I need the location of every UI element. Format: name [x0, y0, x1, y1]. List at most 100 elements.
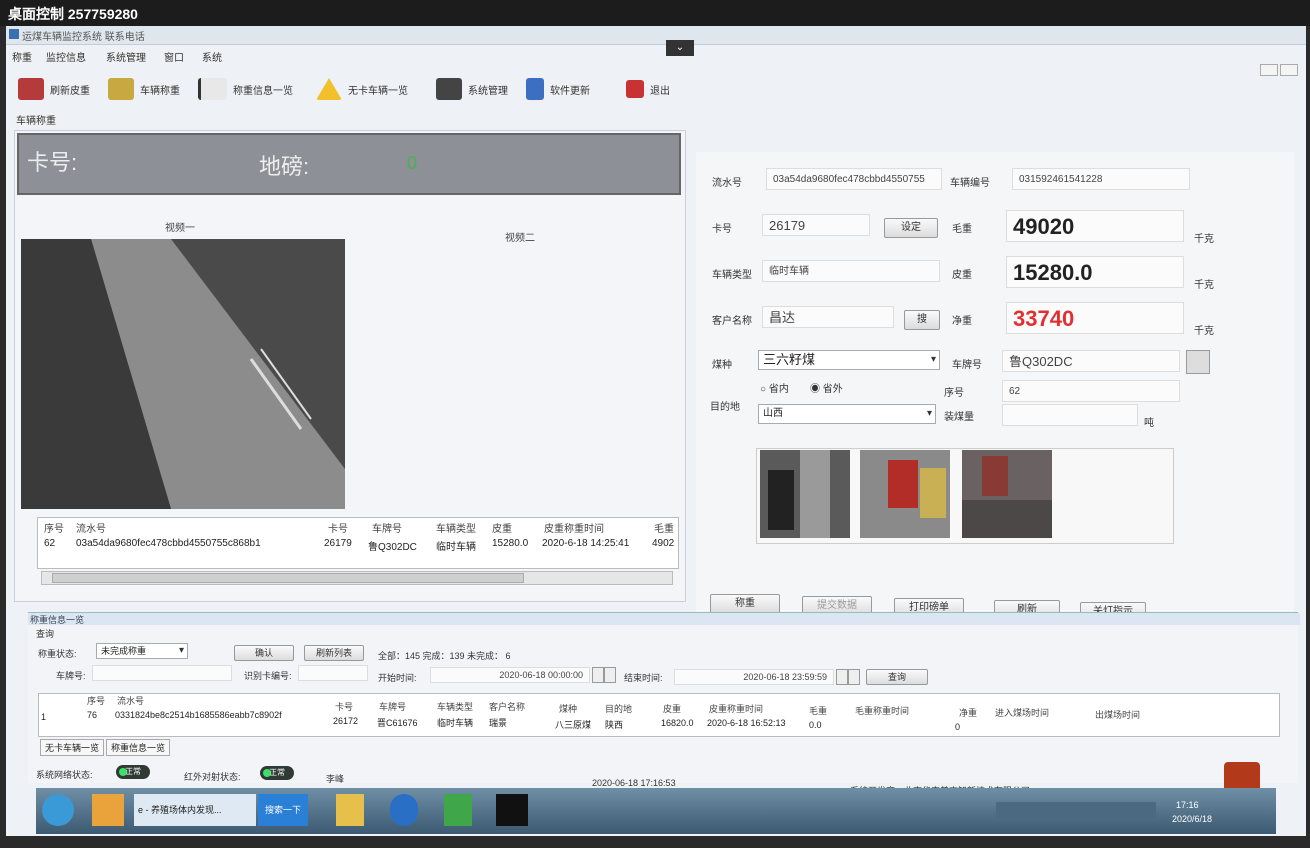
- scrollbar-thumb[interactable]: [52, 573, 524, 583]
- th: 毛重: [809, 706, 828, 716]
- refresh-app-icon[interactable]: [444, 794, 472, 826]
- th: 客户名称: [489, 702, 526, 712]
- tb-exit[interactable]: 退出: [626, 76, 670, 102]
- table-cell[interactable]: 15280.0: [492, 538, 528, 549]
- snapshot-2[interactable]: [860, 450, 950, 538]
- tb-system-mgmt[interactable]: 系统管理: [436, 76, 508, 102]
- end-spinner[interactable]: [836, 669, 848, 685]
- plate-field[interactable]: 鲁Q302DC: [1002, 350, 1180, 372]
- left-panel: 卡号: 地磅: 0 视频一 视频二 序号 流水号 卡号 车牌号 车辆类型 皮重 …: [14, 130, 686, 602]
- type-field[interactable]: 临时车辆: [762, 260, 940, 282]
- seq-field[interactable]: 62: [1002, 380, 1180, 402]
- end-time-input[interactable]: 2020-06-18 23:59:59: [674, 669, 834, 685]
- tb-software-update[interactable]: 软件更新: [526, 76, 590, 102]
- tb-label: 无卡车辆一览: [348, 85, 408, 97]
- refresh-list-button[interactable]: 刷新列表: [304, 645, 364, 661]
- gross-field[interactable]: 49020: [1006, 210, 1184, 242]
- confirm-button[interactable]: 确认: [234, 645, 294, 661]
- load-field[interactable]: [1002, 404, 1138, 426]
- radio-in[interactable]: ○ 省内: [760, 380, 789, 395]
- table-cell[interactable]: 4902: [652, 538, 674, 549]
- taskbar-browser[interactable]: e - 养殖场体内发现...: [134, 794, 256, 826]
- tare-unit: 千克: [1194, 280, 1214, 291]
- table-cell[interactable]: 2020-6-18 16:52:13: [707, 718, 786, 728]
- menu-monitor[interactable]: 监控信息: [46, 49, 86, 64]
- table-cell[interactable]: 2020-6-18 14:25:41: [542, 538, 629, 549]
- table-cell[interactable]: 临时车辆: [437, 716, 473, 729]
- customer-search-button[interactable]: 搜: [904, 310, 940, 330]
- snapshot-3[interactable]: [962, 450, 1052, 538]
- menu-window[interactable]: 窗口: [164, 49, 184, 64]
- vehicle-no-field[interactable]: 031592461541228: [1012, 168, 1190, 190]
- th: 目的地: [605, 704, 633, 714]
- card-filter-input[interactable]: [298, 665, 368, 681]
- th: 出煤场时间: [1095, 710, 1141, 720]
- scale-truck-icon: [108, 78, 134, 100]
- customer-field[interactable]: 昌达: [762, 306, 894, 328]
- table-cell[interactable]: 晋C61676: [377, 716, 418, 729]
- window-title: 运煤车辆监控系统 联系电话: [22, 32, 145, 43]
- menu-system[interactable]: 系统: [202, 49, 222, 64]
- table-cell[interactable]: 62: [44, 538, 55, 549]
- serial-label: 流水号: [712, 178, 742, 189]
- table-cell[interactable]: 鲁Q302DC: [368, 538, 417, 553]
- table-cell[interactable]: 76: [87, 710, 97, 720]
- th: 煤种: [559, 704, 578, 714]
- card-no-label: 卡号: [712, 224, 732, 235]
- tab-no-card[interactable]: 无卡车辆一览: [40, 739, 105, 756]
- table-cell[interactable]: 临时车辆: [436, 538, 476, 553]
- table-cell[interactable]: 0: [955, 722, 960, 732]
- end-dropdown[interactable]: [848, 669, 860, 685]
- table-cell[interactable]: 26179: [324, 538, 352, 549]
- start-button[interactable]: [42, 794, 74, 826]
- radio-out[interactable]: ◉ 省外: [810, 380, 843, 395]
- keyboard-icon[interactable]: [1186, 350, 1210, 374]
- scale-label: 地磅:: [259, 154, 310, 179]
- camera-app-icon[interactable]: [496, 794, 528, 826]
- tare-field[interactable]: 15280.0: [1006, 256, 1184, 288]
- tab-weigh-info[interactable]: 称重信息一览: [106, 739, 171, 756]
- start-dropdown[interactable]: [604, 667, 616, 683]
- table-cell[interactable]: 03a54da9680fec478cbbd4550755c868b1: [76, 538, 261, 549]
- table-cell[interactable]: 八三原煤: [555, 718, 591, 731]
- search-button[interactable]: 查询: [866, 669, 928, 685]
- weigh-info-panel: 称重信息一览 查询 称重状态: 未完成称重 确认 刷新列表 全部：145 完成：…: [28, 612, 1300, 783]
- table-cell[interactable]: 陕西: [605, 718, 623, 731]
- coal-select[interactable]: 三六籽煤: [758, 350, 940, 370]
- menu-weigh[interactable]: 称重: [12, 49, 32, 64]
- status-select[interactable]: 未完成称重: [96, 643, 188, 659]
- set-button[interactable]: 设定: [884, 218, 938, 238]
- ir-status-label: 红外对射状态:: [184, 772, 241, 782]
- exit-icon: [626, 80, 644, 98]
- menu-system-mgmt[interactable]: 系统管理: [106, 49, 146, 64]
- table-cell[interactable]: 0.0: [809, 720, 822, 730]
- tb-refresh-tare[interactable]: 刷新皮重: [18, 76, 90, 102]
- net-field[interactable]: 33740: [1006, 302, 1184, 334]
- snapshot-1[interactable]: [760, 450, 850, 538]
- tb-no-card[interactable]: 无卡车辆一览: [316, 76, 408, 102]
- dest-select[interactable]: 山西: [758, 404, 936, 424]
- table-cell[interactable]: 26172: [333, 716, 358, 726]
- start-spinner[interactable]: [592, 667, 604, 683]
- table-cell[interactable]: 瑞景: [489, 716, 507, 729]
- card-label: 卡号:: [27, 150, 78, 175]
- weigh-button[interactable]: 称重: [710, 594, 780, 614]
- remote-desktop-bar: 桌面控制 257759280: [0, 0, 1310, 26]
- th: 车辆类型: [437, 702, 474, 712]
- table-cell[interactable]: 16820.0: [661, 718, 694, 728]
- horizontal-scrollbar[interactable]: [41, 571, 673, 585]
- th-tare: 皮重: [492, 524, 512, 535]
- ir-status-pill: 正常: [260, 766, 294, 780]
- app-icon-colorful[interactable]: [92, 794, 124, 826]
- tb-vehicle-weigh[interactable]: 车辆称重: [108, 76, 180, 102]
- tab-vehicle-weigh[interactable]: 车辆称重: [16, 112, 56, 128]
- plate-filter-input[interactable]: [92, 665, 232, 681]
- tb-weigh-info[interactable]: 称重信息一览: [198, 76, 293, 102]
- table-cell[interactable]: 0331824be8c2514b1685586eabb7c8902f: [115, 710, 282, 720]
- sync-icon[interactable]: [390, 794, 418, 826]
- taskbar-search[interactable]: 搜索一下: [258, 794, 308, 826]
- folder-icon[interactable]: [336, 794, 364, 826]
- card-no-field[interactable]: 26179: [762, 214, 870, 236]
- start-time-input[interactable]: 2020-06-18 00:00:00: [430, 667, 590, 683]
- serial-field[interactable]: 03a54da9680fec478cbbd4550755: [766, 168, 942, 190]
